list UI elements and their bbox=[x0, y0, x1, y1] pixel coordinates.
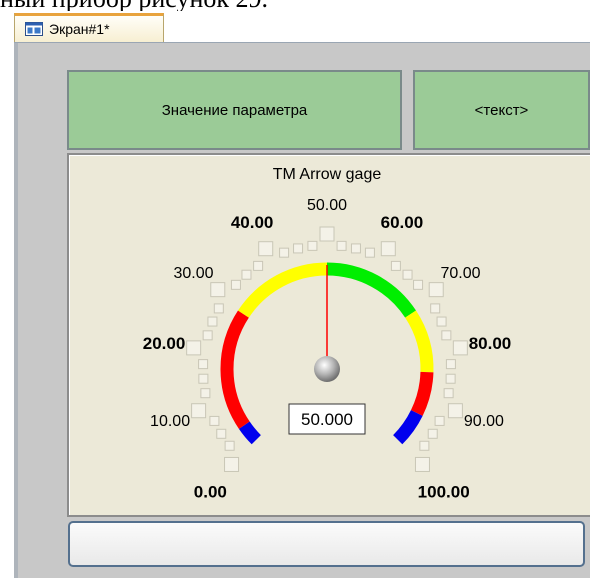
gauge-tick-label: 50.00 bbox=[307, 197, 347, 214]
minor-tick-marker bbox=[419, 440, 430, 451]
minor-tick-marker bbox=[364, 247, 375, 258]
major-tick-marker bbox=[319, 226, 335, 242]
minor-tick-marker bbox=[443, 388, 454, 399]
bottom-button-bar[interactable] bbox=[68, 521, 585, 567]
minor-tick-marker bbox=[216, 428, 227, 439]
minor-tick-marker bbox=[209, 415, 220, 426]
gauge-title: TM Arrow gage bbox=[273, 166, 382, 183]
gauge-graphic: 0.00 10.00 20.00 30.00 40.00 50.00 60.00 70.00 8… bbox=[143, 166, 512, 502]
gauge-tick-label: 80.00 bbox=[469, 334, 512, 353]
parameter-value-label: Значение параметра bbox=[161, 101, 308, 119]
minor-tick-marker bbox=[230, 279, 241, 290]
gauge-zone-0 bbox=[238, 421, 261, 445]
minor-tick-marker bbox=[413, 279, 424, 290]
minor-tick-marker bbox=[427, 428, 438, 439]
gauge-tick-label: 10.00 bbox=[150, 413, 190, 430]
major-tick-marker bbox=[210, 282, 226, 298]
minor-tick-marker bbox=[430, 303, 441, 314]
gauge-zone-3 bbox=[326, 262, 417, 318]
minor-tick-marker bbox=[336, 240, 347, 251]
major-tick-marker bbox=[380, 241, 396, 257]
gauge-tick-label: 70.00 bbox=[440, 265, 480, 282]
minor-tick-marker bbox=[224, 440, 235, 451]
minor-tick-marker bbox=[402, 269, 413, 280]
text-panel[interactable]: <текст> bbox=[413, 70, 590, 150]
minor-tick-marker bbox=[445, 373, 456, 384]
major-tick-marker bbox=[414, 456, 430, 472]
gauge-zone-5 bbox=[410, 371, 434, 416]
screen-window-icon bbox=[25, 22, 43, 36]
gauge-tick-label: 30.00 bbox=[173, 265, 213, 282]
major-tick-marker bbox=[452, 340, 468, 356]
minor-tick-marker bbox=[207, 316, 218, 327]
major-tick-marker bbox=[224, 456, 240, 472]
parameter-value-panel[interactable]: Значение параметра bbox=[67, 70, 402, 150]
major-tick-marker bbox=[258, 241, 274, 257]
minor-tick-marker bbox=[307, 240, 318, 251]
major-tick-marker bbox=[428, 282, 444, 298]
major-tick-marker bbox=[447, 403, 463, 419]
gauge-zone-2 bbox=[237, 262, 328, 318]
minor-tick-marker bbox=[200, 388, 211, 399]
minor-tick-marker bbox=[350, 243, 361, 254]
minor-tick-marker bbox=[198, 359, 209, 370]
arrow-gauge[interactable]: 0.00 10.00 20.00 30.00 40.00 50.00 60.00 70.00 8… bbox=[67, 153, 590, 517]
left-rail bbox=[14, 43, 18, 578]
gauge-tick-label: 60.00 bbox=[381, 213, 424, 232]
gauge-zone-1 bbox=[220, 310, 250, 429]
minor-tick-marker bbox=[293, 243, 304, 254]
minor-tick-marker bbox=[213, 303, 224, 314]
gauge-zone-6 bbox=[392, 409, 423, 445]
screen-canvas: Значение параметра <текст> 0.00 10.00 20.0… bbox=[14, 43, 590, 578]
minor-tick-marker bbox=[434, 415, 445, 426]
gauge-hub bbox=[314, 356, 340, 382]
editor-window: Экран#1* Значение параметра <текст> 0.00… bbox=[0, 11, 590, 578]
gauge-tick-label: 0.00 bbox=[194, 483, 227, 502]
text-panel-label: <текст> bbox=[474, 101, 529, 119]
gauge-value-readout: 50.000 bbox=[301, 410, 353, 429]
major-tick-marker bbox=[186, 340, 202, 356]
minor-tick-marker bbox=[241, 269, 252, 280]
minor-tick-marker bbox=[441, 330, 452, 341]
minor-tick-marker bbox=[198, 373, 209, 384]
tab-strip: Экран#1* bbox=[14, 11, 590, 43]
minor-tick-marker bbox=[436, 316, 447, 327]
major-tick-marker bbox=[191, 403, 207, 419]
tab-label: Экран#1* bbox=[49, 21, 110, 37]
minor-tick-marker bbox=[279, 247, 290, 258]
minor-tick-marker bbox=[253, 260, 264, 271]
tab-screen-1[interactable]: Экран#1* bbox=[14, 13, 164, 42]
gauge-tick-label: 100.00 bbox=[418, 483, 470, 502]
minor-tick-marker bbox=[445, 359, 456, 370]
minor-tick-marker bbox=[202, 330, 213, 341]
gauge-zone-4 bbox=[405, 310, 434, 373]
minor-tick-marker bbox=[390, 260, 401, 271]
gauge-tick-label: 90.00 bbox=[464, 413, 504, 430]
gauge-tick-label: 40.00 bbox=[231, 213, 274, 232]
gauge-tick-label: 20.00 bbox=[143, 334, 186, 353]
